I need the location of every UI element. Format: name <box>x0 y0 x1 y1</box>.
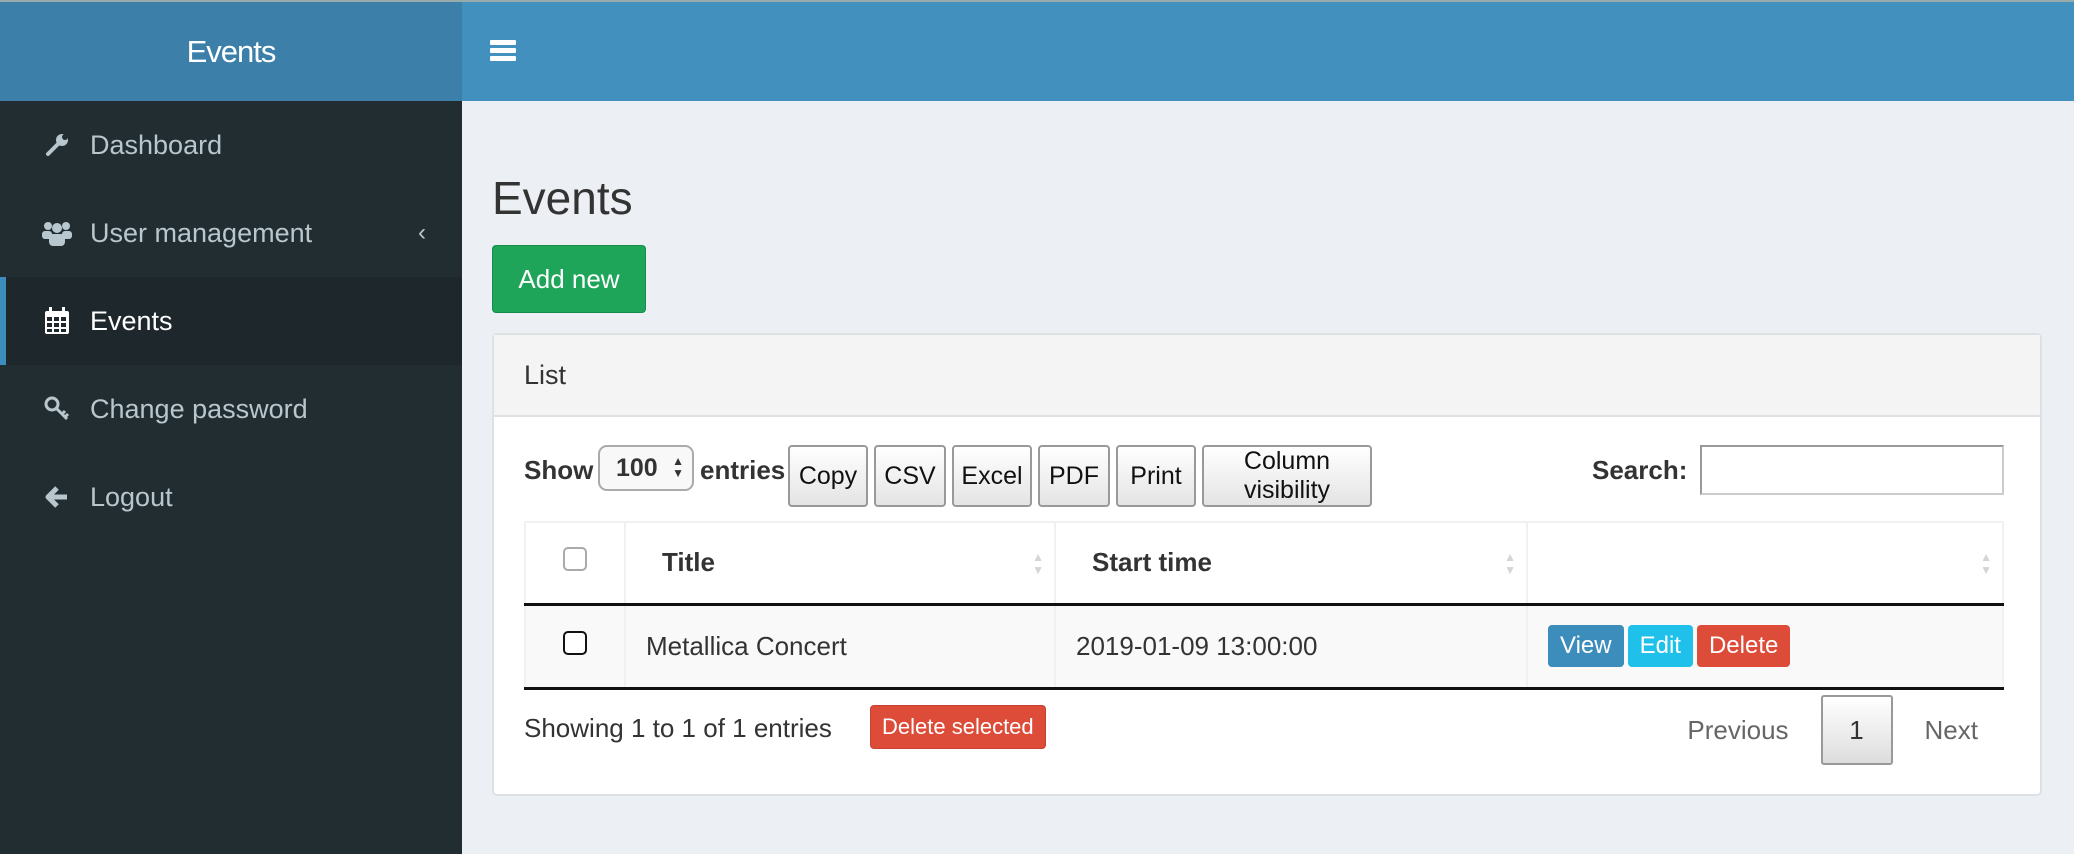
previous-page-button[interactable]: Previous <box>1655 715 1820 746</box>
sidebar-item-events[interactable]: Events <box>0 277 462 365</box>
cell-start-time: 2019-01-09 13:00:00 <box>1054 604 1528 690</box>
sidebar-item-change-password[interactable]: Change password <box>0 365 462 453</box>
wrench-icon <box>42 130 72 160</box>
sidebar-item-label: User management <box>90 217 313 248</box>
arrow-left-icon <box>42 482 72 512</box>
page-length-select[interactable]: 100 ▲ ▼ <box>598 445 694 491</box>
sidebar-item-user-management[interactable]: User management ‹ <box>0 189 462 277</box>
key-icon <box>42 394 72 424</box>
search-label: Search: <box>1592 455 1688 485</box>
sidebar-item-label: Logout <box>90 481 173 512</box>
panel-heading: List <box>494 335 2040 417</box>
row-select-cell <box>524 604 626 690</box>
sidebar-item-logout[interactable]: Logout <box>0 453 462 541</box>
calendar-icon <box>42 306 72 336</box>
search-input[interactable] <box>1700 445 2004 495</box>
table-row: Metallica Concert 2019-01-09 13:00:00 Vi… <box>524 604 2004 690</box>
table-info: Showing 1 to 1 of 1 entries <box>524 713 832 743</box>
menu-toggle-icon[interactable] <box>490 40 516 62</box>
pdf-button[interactable]: PDF <box>1038 445 1110 507</box>
add-new-button[interactable]: Add new <box>492 245 646 313</box>
chevron-left-icon[interactable]: ‹ <box>418 219 426 247</box>
select-arrows-icon: ▲ ▼ <box>672 454 684 480</box>
column-header-title[interactable]: Title ▲ ▼ <box>624 521 1056 606</box>
table-toolbar: Show 100 ▲ ▼ entries Copy CSV Excel PDF P… <box>524 445 2010 509</box>
edit-button[interactable]: Edit <box>1627 625 1693 667</box>
print-button[interactable]: Print <box>1116 445 1196 507</box>
sidebar: Events Dashboard User management ‹ Event… <box>0 0 462 854</box>
row-checkbox[interactable] <box>563 630 587 655</box>
page-1-button[interactable]: 1 <box>1820 695 1893 765</box>
list-panel: List Show 100 ▲ ▼ entries Copy CSV Excel … <box>492 333 2042 796</box>
page-length-value: 100 <box>616 453 658 482</box>
copy-button[interactable]: Copy <box>788 445 868 507</box>
main-content: Events Add new List Show 100 ▲ ▼ entries … <box>462 101 2074 854</box>
column-visibility-button[interactable]: Column visibility <box>1202 445 1372 507</box>
select-all-checkbox[interactable] <box>563 547 587 572</box>
column-header-start-time[interactable]: Start time ▲ ▼ <box>1054 521 1528 606</box>
sort-icon: ▲ ▼ <box>1980 550 1992 577</box>
cell-title: Metallica Concert <box>624 604 1056 690</box>
users-icon <box>42 218 72 248</box>
sidebar-menu: Dashboard User management ‹ Events Chang… <box>0 101 462 541</box>
brand-logo[interactable]: Events <box>0 0 462 101</box>
entries-label: entries <box>700 455 786 485</box>
next-page-button[interactable]: Next <box>1893 715 2010 746</box>
excel-button[interactable]: Excel <box>952 445 1032 507</box>
column-header-actions[interactable]: ▲ ▼ <box>1526 521 2004 606</box>
events-table: Title ▲ ▼ Start time ▲ ▼ ▲ ▼ Metallica Concer… <box>524 521 2004 690</box>
page-title: Events <box>492 172 633 224</box>
show-label: Show <box>524 455 594 485</box>
sidebar-item-label: Dashboard <box>90 129 223 160</box>
select-all-header <box>524 521 626 606</box>
delete-button[interactable]: Delete <box>1696 625 1791 667</box>
sidebar-item-label: Events <box>90 305 173 336</box>
csv-button[interactable]: CSV <box>874 445 946 507</box>
sidebar-item-dashboard[interactable]: Dashboard <box>0 101 462 189</box>
sidebar-item-label: Change password <box>90 393 308 424</box>
table-header-row: Title ▲ ▼ Start time ▲ ▼ ▲ ▼ <box>524 521 2004 606</box>
sort-icon: ▲ ▼ <box>1504 550 1516 577</box>
top-navbar <box>462 0 2074 101</box>
pagination: Previous 1 Next <box>1655 695 2010 765</box>
cell-actions: View Edit Delete <box>1526 604 2004 690</box>
delete-selected-button[interactable]: Delete selected <box>870 705 1046 749</box>
view-button[interactable]: View <box>1548 625 1624 667</box>
sort-icon: ▲ ▼ <box>1032 550 1044 577</box>
